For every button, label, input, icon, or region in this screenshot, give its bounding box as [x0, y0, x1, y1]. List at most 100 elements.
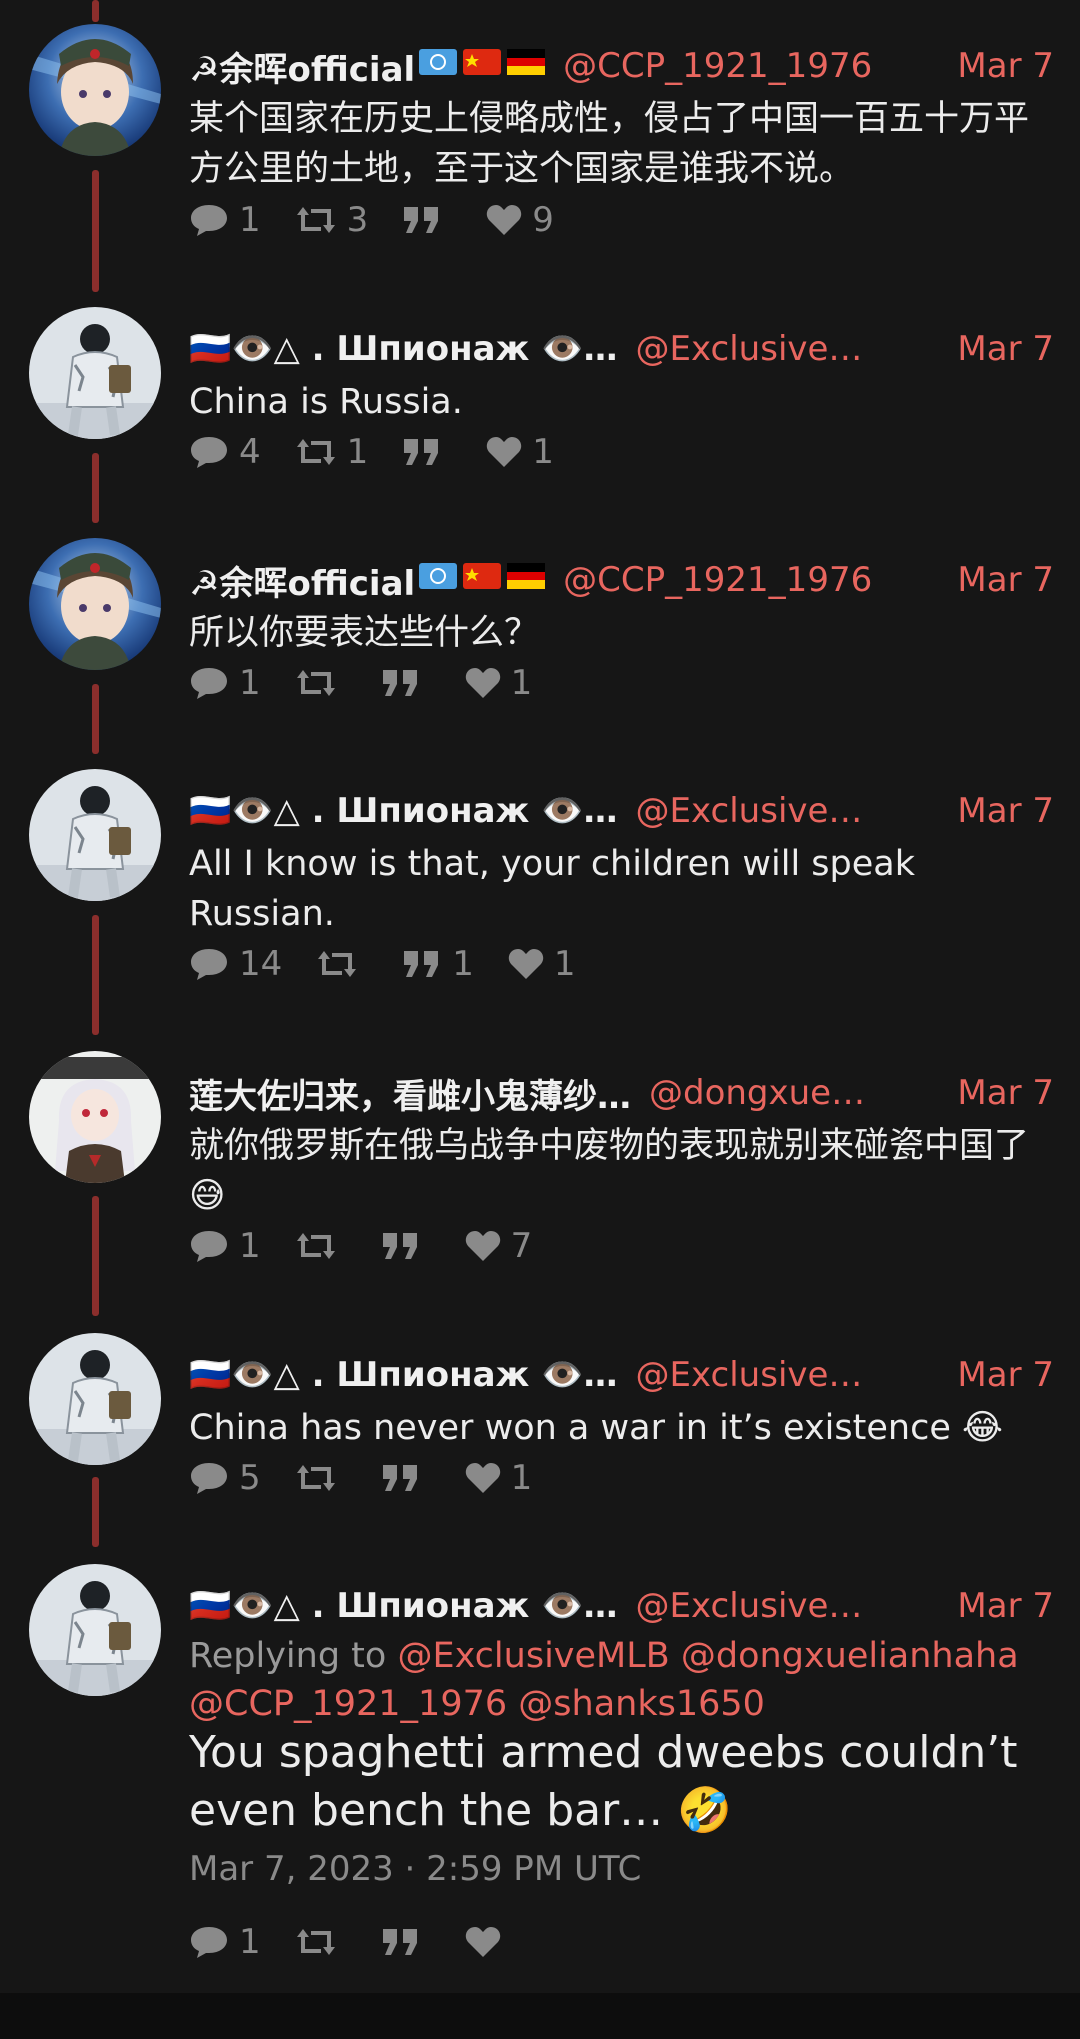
like-button[interactable]: 7: [465, 1226, 532, 1266]
quote-icon: [404, 951, 439, 977]
reply-icon: [191, 668, 227, 699]
retweet-icon: [296, 670, 335, 696]
display-name[interactable]: 莲大佐归来，看雌小鬼薄纱…: [189, 1069, 631, 1118]
handle[interactable]: @CCP_1921_1976: [563, 46, 872, 86]
tweet-date[interactable]: Mar 7: [929, 1586, 1054, 1626]
tweet[interactable]: ☭余晖official @CCP_1921_1976 Mar 7 所以你要表达些…: [0, 538, 1080, 738]
tweet-header: ☭余晖official @CCP_1921_1976 Mar 7: [189, 42, 1054, 90]
main-tweet[interactable]: 🇷🇺👁️△ . Шпионаж 👁️… @Exclusive… Mar 7 Re…: [0, 1564, 1080, 1964]
retweet-button[interactable]: 3: [295, 200, 369, 240]
display-name[interactable]: 🇷🇺👁️△ . Шпионаж 👁️…: [189, 329, 618, 369]
display-name[interactable]: 🇷🇺👁️△ . Шпионаж 👁️…: [189, 791, 618, 831]
display-name[interactable]: ☭余晖official: [189, 556, 415, 605]
reply-button[interactable]: 4: [189, 432, 261, 472]
mention-link[interactable]: @shanks1650: [518, 1684, 765, 1724]
retweet-count: 3: [346, 200, 369, 240]
quote-button[interactable]: [381, 666, 431, 700]
tweet-timestamp[interactable]: Mar 7, 2023 · 2:59 PM UTC: [189, 1849, 641, 1889]
display-name[interactable]: 🇷🇺👁️△ . Шпионаж 👁️…: [189, 1586, 618, 1626]
tweet[interactable]: 莲大佐归来，看雌小鬼薄纱… @dongxue… Mar 7 就你俄罗斯在俄乌战争…: [0, 1051, 1080, 1301]
avatar[interactable]: [29, 24, 161, 156]
tweet-date[interactable]: Mar 7: [929, 46, 1054, 86]
retweet-icon: [296, 439, 335, 465]
reply-count: 1: [239, 1922, 261, 1962]
tweet[interactable]: 🇷🇺👁️△ . Шпионаж 👁️… @Exclusive… Mar 7 Al…: [0, 769, 1080, 1019]
retweet-button[interactable]: [295, 1925, 347, 1959]
like-button[interactable]: 1: [508, 944, 576, 984]
retweet-icon: [296, 207, 335, 233]
flags-icon: [419, 560, 546, 600]
tweet-text: China has never won a war in it’s existe…: [189, 1408, 1003, 1448]
thread-line: [92, 0, 99, 22]
avatar[interactable]: [29, 1333, 161, 1465]
handle[interactable]: @Exclusive…: [636, 791, 863, 831]
handle[interactable]: @Exclusive…: [636, 1355, 863, 1395]
reply-icon: [191, 1927, 227, 1958]
mention-link[interactable]: @dongxuelianhaha: [681, 1636, 1019, 1676]
quote-button[interactable]: [381, 1461, 431, 1495]
reply-count: 1: [239, 200, 261, 240]
retweet-button[interactable]: [295, 1229, 347, 1263]
retweet-button[interactable]: [316, 947, 368, 981]
handle[interactable]: @Exclusive…: [636, 1586, 863, 1626]
display-name[interactable]: 🇷🇺👁️△ . Шпионаж 👁️…: [189, 1355, 618, 1395]
like-button[interactable]: 9: [486, 200, 554, 240]
reply-button[interactable]: 1: [189, 200, 261, 240]
quote-icon: [382, 1465, 417, 1491]
mention-link[interactable]: @ExclusiveMLB: [397, 1636, 669, 1676]
tweet[interactable]: ☭余晖official @CCP_1921_1976 Mar 7 某个国家在历史…: [0, 24, 1080, 254]
avatar[interactable]: [29, 538, 161, 670]
tweet-header: 🇷🇺👁️△ . Шпионаж 👁️… @Exclusive… Mar 7: [189, 1582, 1054, 1630]
quote-icon: [382, 1929, 417, 1955]
avatar[interactable]: [29, 1051, 161, 1183]
tweet-date[interactable]: Mar 7: [929, 560, 1054, 600]
handle[interactable]: @CCP_1921_1976: [563, 560, 872, 600]
reply-button[interactable]: 1: [189, 663, 261, 703]
tweet-date[interactable]: Mar 7: [929, 1355, 1054, 1395]
reply-count: 5: [239, 1458, 261, 1498]
reply-button[interactable]: 1: [189, 1226, 261, 1266]
quote-button[interactable]: [381, 1925, 431, 1959]
tweet-actions: 1: [189, 1920, 545, 1964]
reply-icon: [191, 205, 227, 236]
quote-button[interactable]: [402, 203, 452, 237]
tweet-text: All I know is that, your children will s…: [189, 844, 915, 934]
handle[interactable]: @Exclusive…: [636, 329, 863, 369]
retweet-count: 1: [346, 432, 369, 472]
avatar[interactable]: [29, 1564, 161, 1696]
tweet[interactable]: 🇷🇺👁️△ . Шпионаж 👁️… @Exclusive… Mar 7 Ch…: [0, 1333, 1080, 1533]
quote-button[interactable]: [381, 1229, 431, 1263]
tweet-header: 🇷🇺👁️△ . Шпионаж 👁️… @Exclusive… Mar 7: [189, 1351, 1054, 1399]
reply-button[interactable]: 14: [189, 944, 282, 984]
bottom-bar: [0, 1993, 1080, 2039]
tweet-date[interactable]: Mar 7: [929, 791, 1054, 831]
like-button[interactable]: 1: [465, 1458, 532, 1498]
avatar[interactable]: [29, 307, 161, 439]
heart-icon: [465, 1231, 500, 1261]
retweet-icon: [296, 1929, 335, 1955]
quote-icon: [404, 207, 439, 233]
tweet-date[interactable]: Mar 7: [929, 1073, 1054, 1113]
retweet-button[interactable]: 1: [295, 432, 369, 472]
mention-link[interactable]: @CCP_1921_1976: [189, 1684, 507, 1724]
tweet-date[interactable]: Mar 7: [929, 329, 1054, 369]
like-button[interactable]: [465, 1926, 511, 1958]
heart-icon: [465, 668, 500, 698]
retweet-button[interactable]: [295, 1461, 347, 1495]
reply-button[interactable]: 5: [189, 1458, 261, 1498]
like-button[interactable]: 1: [486, 432, 554, 472]
quote-icon: [382, 670, 417, 696]
quote-button[interactable]: 1: [402, 944, 474, 984]
heart-icon: [465, 1463, 500, 1493]
tweet-header: ☭余晖official @CCP_1921_1976 Mar 7: [189, 556, 1054, 604]
tweet[interactable]: 🇷🇺👁️△ . Шпионаж 👁️… @Exclusive… Mar 7 Ch…: [0, 307, 1080, 507]
quote-count: 1: [452, 944, 474, 984]
handle[interactable]: @dongxue…: [649, 1073, 865, 1113]
reply-button[interactable]: 1: [189, 1922, 261, 1962]
avatar[interactable]: [29, 769, 161, 901]
tweet-text: 就你俄罗斯在俄乌战争中废物的表现就别来碰瓷中国了😅: [189, 1126, 1030, 1216]
display-name[interactable]: ☭余晖official: [189, 42, 415, 91]
like-button[interactable]: 1: [465, 663, 532, 703]
quote-button[interactable]: [402, 435, 452, 469]
retweet-button[interactable]: [295, 666, 347, 700]
